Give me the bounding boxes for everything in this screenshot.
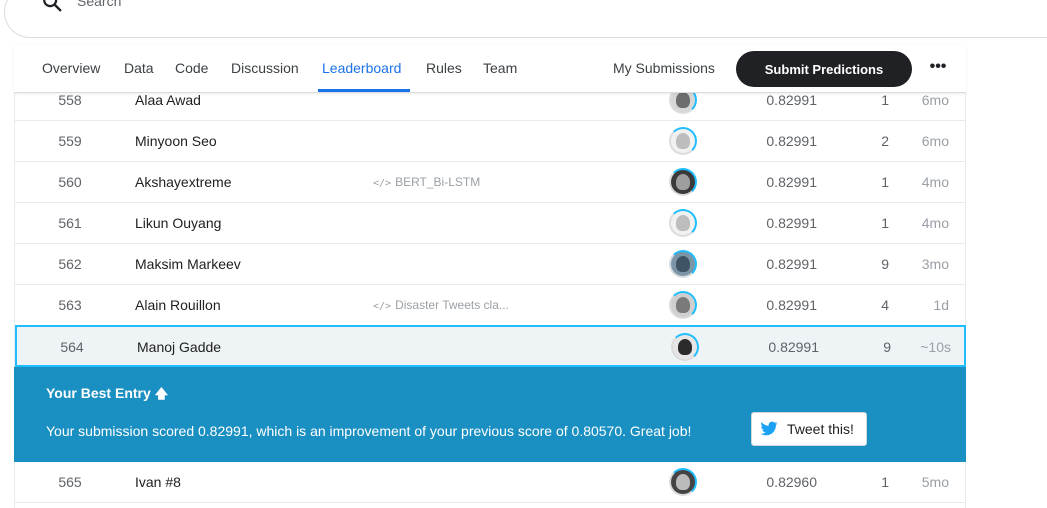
tab-leaderboard[interactable]: Leaderboard bbox=[322, 60, 401, 76]
rank: 561 bbox=[58, 215, 82, 231]
team-name[interactable]: Akshayextreme bbox=[135, 162, 231, 203]
entries: 1 bbox=[881, 215, 889, 231]
avatar-face bbox=[676, 92, 690, 108]
rank: 559 bbox=[58, 133, 82, 149]
notebook-title: BERT_Bi-LSTM bbox=[395, 175, 481, 189]
avatar-face bbox=[676, 256, 690, 272]
entries: 9 bbox=[881, 256, 889, 272]
team-name[interactable]: Likun Ouyang bbox=[135, 203, 221, 244]
score: 0.82960 bbox=[766, 474, 817, 490]
last-submission: 4mo bbox=[921, 215, 949, 231]
search-bar[interactable] bbox=[4, 0, 1047, 38]
last-submission: 5mo bbox=[921, 474, 949, 490]
rank: 562 bbox=[58, 256, 82, 272]
active-tab-indicator bbox=[318, 89, 410, 92]
entries: 9 bbox=[883, 339, 891, 355]
entries: 1 bbox=[881, 174, 889, 190]
score: 0.82991 bbox=[766, 174, 817, 190]
search-input[interactable] bbox=[77, 0, 477, 10]
avatar[interactable] bbox=[669, 127, 697, 155]
score: 0.82991 bbox=[766, 297, 817, 313]
avatar-face bbox=[676, 474, 690, 490]
tab-rules[interactable]: Rules bbox=[426, 60, 462, 76]
table-row[interactable]: 563 Alain Rouillon </> Disaster Tweets cl… bbox=[15, 285, 965, 326]
avatar-face bbox=[676, 297, 690, 313]
table-row[interactable]: 562 Maksim Markeev 0.82991 9 3mo bbox=[15, 244, 965, 285]
entries: 4 bbox=[881, 297, 889, 313]
avatar-face bbox=[676, 133, 690, 149]
rank: 564 bbox=[60, 339, 84, 355]
table-row[interactable]: 559 Minyoon Seo 0.82991 2 6mo bbox=[15, 121, 965, 162]
arrow-up-icon: 🡅 bbox=[154, 386, 169, 401]
score: 0.82991 bbox=[766, 215, 817, 231]
best-entry-title-text: Your Best Entry bbox=[46, 385, 151, 401]
search-icon bbox=[43, 0, 62, 12]
table-row[interactable]: 560 Akshayextreme </> BERT_Bi-LSTM 0.8299… bbox=[15, 162, 965, 203]
last-submission: 4mo bbox=[921, 174, 949, 190]
score: 0.82991 bbox=[766, 256, 817, 272]
best-entry-message: Your submission scored 0.82991, which is… bbox=[46, 423, 692, 439]
table-row[interactable]: 565 Ivan #8 0.82960 1 5mo bbox=[15, 462, 965, 503]
twitter-icon bbox=[760, 421, 778, 436]
notebook-title: Disaster Tweets cla... bbox=[395, 298, 509, 312]
submit-predictions-button[interactable]: Submit Predictions bbox=[736, 51, 912, 87]
rank: 565 bbox=[58, 474, 82, 490]
table-row[interactable]: 561 Likun Ouyang 0.82991 1 4mo bbox=[15, 203, 965, 244]
competition-tabbar: Overview Data Code Discussion Leaderboar… bbox=[14, 45, 966, 93]
score: 0.82991 bbox=[768, 339, 819, 355]
avatar-face bbox=[676, 174, 690, 190]
team-name[interactable]: Alain Rouillon bbox=[135, 285, 221, 326]
tweet-button[interactable]: Tweet this! bbox=[751, 412, 867, 446]
tab-data[interactable]: Data bbox=[124, 60, 154, 76]
notebook-link[interactable]: </> BERT_Bi-LSTM bbox=[373, 162, 480, 204]
avatar[interactable] bbox=[669, 291, 697, 319]
my-submissions-link[interactable]: My Submissions bbox=[613, 60, 715, 76]
table-row-highlighted[interactable]: 564 Manoj Gadde 0.82991 9 ~10s bbox=[15, 325, 966, 367]
avatar[interactable] bbox=[669, 209, 697, 237]
avatar[interactable] bbox=[671, 333, 699, 361]
avatar-face bbox=[678, 339, 692, 355]
entries: 2 bbox=[881, 133, 889, 149]
last-submission: 1d bbox=[933, 297, 949, 313]
tab-code[interactable]: Code bbox=[175, 60, 208, 76]
score: 0.82991 bbox=[766, 133, 817, 149]
team-name[interactable]: Minyoon Seo bbox=[135, 121, 217, 162]
avatar-face bbox=[676, 215, 690, 231]
team-name[interactable]: Ivan #8 bbox=[135, 462, 181, 503]
avatar[interactable] bbox=[669, 250, 697, 278]
rank: 560 bbox=[58, 174, 82, 190]
avatar[interactable] bbox=[669, 168, 697, 196]
avatar[interactable] bbox=[669, 468, 697, 496]
best-entry-banner: Your Best Entry 🡅 Your submission scored … bbox=[14, 367, 966, 462]
tweet-label: Tweet this! bbox=[787, 421, 854, 437]
notebook-link[interactable]: </> Disaster Tweets cla... bbox=[373, 285, 509, 327]
rank: 563 bbox=[58, 297, 82, 313]
team-name[interactable]: Maksim Markeev bbox=[135, 244, 241, 285]
last-submission: 6mo bbox=[921, 133, 949, 149]
last-submission: ~10s bbox=[920, 339, 951, 355]
entries: 1 bbox=[881, 474, 889, 490]
tab-team[interactable]: Team bbox=[483, 60, 517, 76]
more-options-icon[interactable]: ••• bbox=[926, 57, 950, 81]
team-name[interactable]: Manoj Gadde bbox=[137, 327, 221, 368]
tab-discussion[interactable]: Discussion bbox=[231, 60, 299, 76]
last-submission: 3mo bbox=[921, 256, 949, 272]
code-icon: </> bbox=[373, 301, 392, 312]
best-entry-title: Your Best Entry 🡅 bbox=[46, 385, 168, 407]
tab-overview[interactable]: Overview bbox=[42, 60, 100, 76]
code-icon: </> bbox=[373, 178, 392, 189]
